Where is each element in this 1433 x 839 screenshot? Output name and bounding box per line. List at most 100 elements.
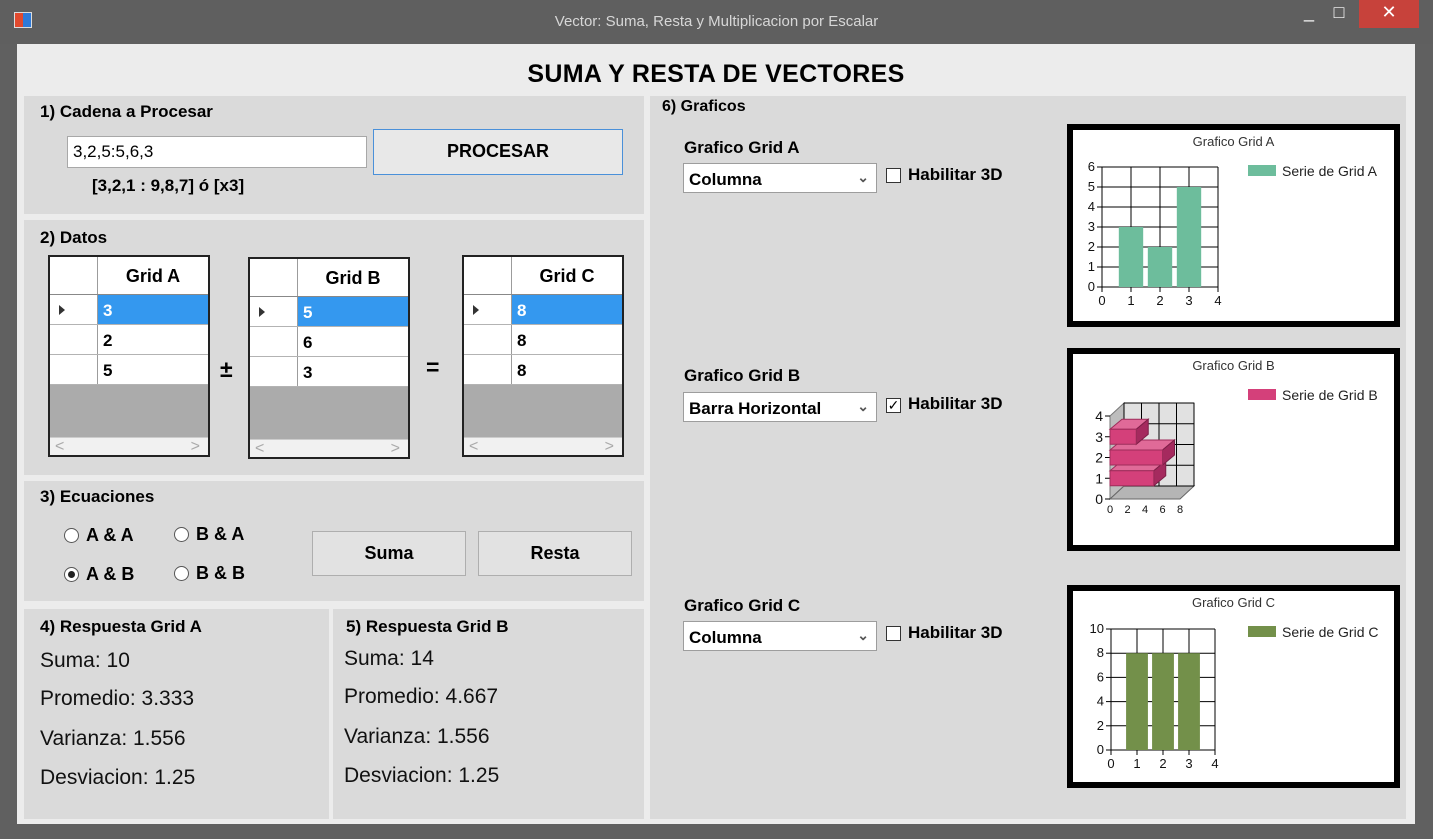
procesar-button[interactable]: PROCESAR [373, 129, 623, 175]
table-row[interactable]: 2 [50, 325, 208, 355]
bar [1178, 653, 1200, 750]
x-tick-label: 3 [1185, 293, 1192, 308]
chevron-down-icon[interactable]: ⌄ [857, 627, 869, 644]
promedio-b-value: Promedio: 4.667 [344, 685, 499, 708]
desviacion-a-value: Desviacion: 1.25 [40, 766, 196, 789]
cadena-input[interactable]: 3,2,5:5,6,3 [67, 136, 367, 168]
grid-header: Grid A [50, 257, 208, 295]
scroll-left-icon[interactable]: < [55, 438, 64, 455]
radio-label-a-b[interactable]: A & B [86, 564, 134, 585]
scroll-right-icon[interactable]: > [605, 438, 614, 455]
chart-a-3d-checkbox[interactable] [886, 168, 901, 183]
chart-b-3d-label[interactable]: Habilitar 3D [908, 394, 1002, 414]
promedio-a-value: Promedio: 3.333 [40, 687, 195, 710]
x-tick-label: 3 [1185, 756, 1192, 771]
suma-button[interactable]: Suma [312, 531, 466, 576]
y-tick-label: 6 [1088, 159, 1095, 174]
resta-button[interactable]: Resta [478, 531, 632, 576]
radio-a-a[interactable] [64, 528, 79, 543]
maximize-button[interactable]: □ [1326, 0, 1352, 28]
floor [1108, 485, 1196, 500]
horizontal-scrollbar[interactable]: < > [250, 439, 408, 457]
grid-cell[interactable]: 8 [512, 355, 622, 384]
chart-b-plot: 012340 2 4 6 8 [1095, 401, 1196, 516]
table-row[interactable]: 3 [50, 295, 208, 325]
table-row[interactable]: 8 [464, 325, 622, 355]
y-tick-label: 1 [1095, 470, 1103, 486]
chart-c-3d-label[interactable]: Habilitar 3D [908, 623, 1002, 643]
chevron-down-icon[interactable]: ⌄ [857, 169, 869, 186]
section-title-datos: 2) Datos [40, 228, 108, 247]
radio-label-a-a[interactable]: A & A [86, 525, 134, 546]
horizontal-scrollbar[interactable]: < > [464, 437, 622, 455]
grid-cell[interactable]: 3 [98, 295, 208, 324]
scroll-right-icon[interactable]: > [191, 438, 200, 455]
table-row[interactable]: 8 [464, 295, 622, 325]
grid-b[interactable]: Grid B 5 6 3 < > [248, 257, 410, 459]
radio-label-b-b[interactable]: B & B [196, 563, 245, 584]
scroll-left-icon[interactable]: < [469, 438, 478, 455]
chart-a-3d-label[interactable]: Habilitar 3D [908, 165, 1002, 185]
table-row[interactable]: 6 [250, 327, 408, 357]
scroll-left-icon[interactable]: < [255, 440, 264, 457]
chart-b-3d-checkbox[interactable]: ✓ [886, 398, 901, 413]
x-tick-label: 0 [1107, 504, 1113, 516]
radio-b-a[interactable] [174, 527, 189, 542]
suma-a-value: Suma: 10 [40, 649, 130, 672]
y-tick-label: 6 [1097, 669, 1104, 684]
y-tick-label: 2 [1097, 718, 1104, 733]
chart-b-label: Grafico Grid B [684, 366, 801, 385]
bar [1147, 247, 1173, 287]
minimize-button[interactable]: _ [1296, 0, 1322, 28]
y-tick-label: 2 [1088, 239, 1095, 254]
panel-datos: 2) Datos Grid A 3 2 5 < > ± Grid B 5 6 3 … [24, 220, 644, 475]
panel-respuesta-a: 4) Respuesta Grid A Suma: 10 Promedio: 3… [24, 609, 329, 819]
current-row-arrow-icon [259, 307, 265, 317]
radio-a-b[interactable] [64, 567, 79, 582]
close-button[interactable]: ✕ [1359, 0, 1419, 28]
radio-label-b-a[interactable]: B & A [196, 524, 244, 545]
bar [1176, 187, 1202, 287]
grid-a-title: Grid A [125, 266, 181, 286]
y-tick-label: 8 [1097, 645, 1104, 660]
grid-cell[interactable]: 6 [298, 327, 408, 356]
chart-c-3d-checkbox[interactable] [886, 626, 901, 641]
grid-c[interactable]: Grid C 8 8 8 < > [462, 255, 624, 457]
title-bar[interactable]: Vector: Suma, Resta y Multiplicacion por… [0, 0, 1433, 44]
y-tick-label: 5 [1088, 179, 1095, 194]
x-tick-label: 2 [1124, 504, 1130, 516]
horizontal-scrollbar[interactable]: < > [50, 437, 208, 455]
grid-cell[interactable]: 8 [512, 295, 622, 324]
section-title-respuesta-a: 4) Respuesta Grid A [40, 617, 202, 636]
scroll-right-icon[interactable]: > [391, 440, 400, 457]
checkmark-icon: ✓ [887, 397, 900, 413]
chevron-down-icon[interactable]: ⌄ [857, 398, 869, 415]
table-row[interactable]: 8 [464, 355, 622, 385]
chart-a-label: Grafico Grid A [684, 138, 800, 157]
grid-cell[interactable]: 5 [298, 297, 408, 326]
radio-b-b[interactable] [174, 566, 189, 581]
x-tick-label: 4 [1214, 293, 1221, 308]
varianza-b-value: Varianza: 1.556 [344, 725, 490, 748]
y-tick-label: 3 [1088, 219, 1095, 234]
bar [1109, 470, 1155, 487]
y-tick-label: 0 [1097, 742, 1104, 757]
bar [1118, 227, 1144, 287]
chart-c-type-select[interactable]: Columna ⌄ [683, 621, 877, 651]
bar [1109, 428, 1137, 445]
table-row[interactable]: 3 [250, 357, 408, 387]
x-tick-label: 4 [1142, 504, 1148, 516]
y-tick-label: 4 [1095, 408, 1103, 424]
grid-cell[interactable]: 5 [98, 355, 208, 384]
grid-a[interactable]: Grid A 3 2 5 < > [48, 255, 210, 457]
grid-cell[interactable]: 8 [512, 325, 622, 354]
grid-cell[interactable]: 2 [98, 325, 208, 354]
table-row[interactable]: 5 [50, 355, 208, 385]
desviacion-b-value: Desviacion: 1.25 [344, 764, 500, 787]
table-row[interactable]: 5 [250, 297, 408, 327]
page-title: SUMA Y RESTA DE VECTORES [527, 60, 905, 88]
chart-a-type-select[interactable]: Columna ⌄ [683, 163, 877, 193]
grid-cell[interactable]: 3 [298, 357, 408, 386]
chart-b-type-select[interactable]: Barra Horizontal ⌄ [683, 392, 877, 422]
section-title-respuesta-b: 5) Respuesta Grid B [346, 617, 509, 636]
